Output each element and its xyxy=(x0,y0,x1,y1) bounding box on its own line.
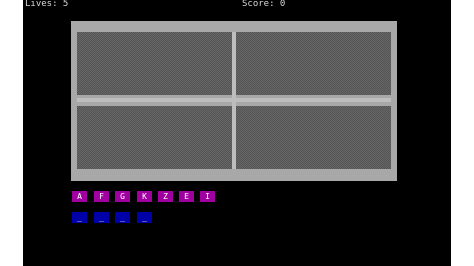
answer-slot[interactable]: _ xyxy=(94,212,109,223)
picture-panel-3[interactable] xyxy=(77,106,232,169)
answer-slot[interactable]: _ xyxy=(137,212,152,223)
letter-tile[interactable]: F xyxy=(94,191,109,202)
letter-tile[interactable]: K xyxy=(137,191,152,202)
picture-panel-2[interactable] xyxy=(236,32,391,95)
game-screen: Lives: 5 Score: 0 A F G K Z E I _ _ _ _ xyxy=(23,0,451,266)
picture-panel-4[interactable] xyxy=(236,106,391,169)
answer-slot[interactable]: _ xyxy=(72,212,87,223)
letter-tile[interactable]: E xyxy=(179,191,194,202)
score-counter: Score: 0 xyxy=(242,0,286,9)
picture-board xyxy=(71,21,397,181)
letter-tile[interactable]: G xyxy=(115,191,130,202)
letter-tile[interactable]: Z xyxy=(158,191,173,202)
letter-tile[interactable]: I xyxy=(200,191,215,202)
letter-tile[interactable]: A xyxy=(72,191,87,202)
picture-panel-1[interactable] xyxy=(77,32,232,95)
board-divider-vertical xyxy=(232,32,236,169)
answer-slot[interactable]: _ xyxy=(115,212,130,223)
lives-counter: Lives: 5 xyxy=(25,0,69,9)
